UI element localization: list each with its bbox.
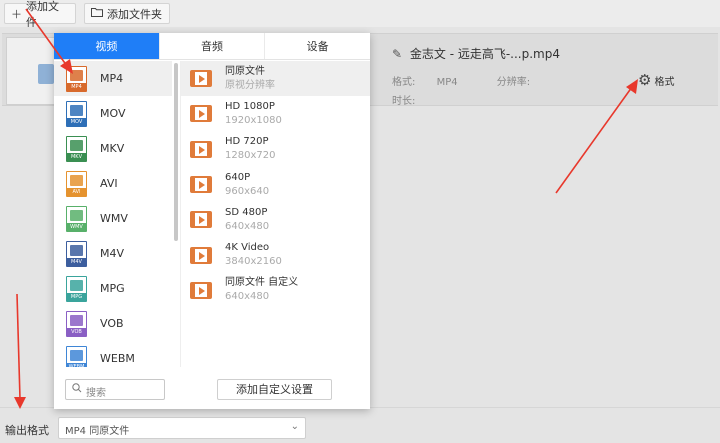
chevron-down-icon: ⌄ [290, 421, 299, 432]
format-item-mov[interactable]: MOV MOV [54, 96, 172, 131]
pencil-icon[interactable]: ✎ [392, 47, 402, 61]
format-item-label: MKV [100, 142, 125, 155]
format-list: MP4 MP4 MOV MOV MKV MKV AVI AVI WMV WMV M4V M4V MPG M… [54, 61, 172, 367]
preset-name: HD 1080P [225, 100, 275, 112]
preset-resolution: 原视分辨率 [225, 79, 275, 91]
resolution-meta: 分辨率: [496, 77, 531, 88]
format-item-mpg[interactable]: MPG MPG [54, 271, 172, 306]
bottom-bar: 输出格式 MP4 同原文件 ⌄ [0, 407, 720, 443]
file-title[interactable]: ✎ 金志文 - 远走高飞-...p.mp4 [392, 45, 560, 62]
tab-video[interactable]: 视频 [54, 33, 159, 59]
video-preset-icon [190, 140, 212, 158]
preset-item[interactable]: 同原文件 原视分辨率 [181, 61, 370, 97]
add-folder-button[interactable]: 添加文件夹 [84, 3, 170, 24]
preset-name: 640P [225, 171, 251, 183]
tab-audio[interactable]: 音频 [158, 33, 265, 59]
search-input[interactable]: 搜索 [65, 379, 165, 400]
mov-file-icon: MOV [66, 100, 87, 127]
preset-resolution: 1280x720 [225, 150, 276, 162]
format-item-mp4[interactable]: MP4 MP4 [54, 61, 172, 96]
mkv-file-icon: MKV [66, 135, 87, 162]
preset-resolution: 960x640 [225, 185, 270, 197]
format-button-label: 格式 [654, 76, 675, 88]
video-preset-icon [190, 105, 212, 123]
preset-name: 4K Video [225, 242, 270, 254]
gear-icon: ⚙ [638, 71, 652, 89]
wmv-file-icon: WMV [66, 205, 87, 232]
add-custom-settings-button[interactable]: 添加自定义设置 [217, 379, 332, 400]
preset-resolution: 3840x2160 [225, 256, 282, 268]
preset-name: 同原文件 自定义 [225, 277, 299, 289]
format-meta: 格式: MP4 [392, 77, 458, 88]
search-placeholder: 搜索 [86, 388, 106, 399]
scrollbar-thumb[interactable] [174, 63, 178, 241]
format-item-label: MOV [100, 107, 126, 120]
mp4-file-icon: MP4 [66, 65, 87, 92]
preset-list: 同原文件原视分辨率 HD 1080P 1920x1080 HD 720P 1280x72… [180, 61, 370, 367]
format-item-label: AVI [100, 177, 118, 190]
tab-device[interactable]: 设备 [264, 33, 370, 59]
preset-item[interactable]: HD 720P 1280x720 [181, 132, 370, 167]
output-format-value: MP4 同原文件 [65, 426, 130, 437]
output-format-select[interactable]: MP4 同原文件 ⌄ [58, 417, 306, 439]
video-file-icon [38, 64, 54, 84]
preset-item[interactable]: SD 480P 640x480 [181, 202, 370, 237]
format-item-webm[interactable]: WEBM WEBM [54, 341, 172, 367]
m4v-file-icon: M4V [66, 240, 87, 267]
plus-icon: ＋ [11, 7, 22, 21]
format-item-avi[interactable]: AVI AVI [54, 166, 172, 201]
format-item-label: M4V [100, 247, 125, 260]
format-item-label: MP4 [100, 72, 124, 85]
video-preset-icon [190, 211, 212, 229]
add-folder-label: 添加文件夹 [107, 7, 162, 21]
format-item-mkv[interactable]: MKV MKV [54, 131, 172, 166]
format-item-label: MPG [100, 282, 125, 295]
preset-name: SD 480P [225, 206, 268, 218]
vob-file-icon: VOB [66, 310, 87, 337]
top-toolbar: ＋ 添加文件 添加文件夹 [0, 0, 720, 29]
format-item-label: VOB [100, 317, 124, 330]
format-item-wmv[interactable]: WMV WMV [54, 201, 172, 236]
video-preset-icon [190, 281, 212, 299]
search-icon [72, 383, 82, 396]
preset-item[interactable]: 640P 960x640 [181, 167, 370, 202]
file-name: 金志文 - 远走高飞-...p.mp4 [409, 47, 560, 61]
preset-item[interactable]: HD 1080P 1920x1080 [181, 96, 370, 131]
format-settings-button[interactable]: ⚙ 格式 [638, 71, 674, 89]
video-preset-icon [190, 246, 212, 264]
video-preset-icon [190, 176, 212, 194]
preset-name: HD 720P [225, 136, 269, 148]
folder-icon [91, 7, 103, 20]
format-item-m4v[interactable]: M4V M4V [54, 236, 172, 271]
preset-resolution: 640x480 [225, 291, 270, 303]
preset-resolution: 1920x1080 [225, 114, 282, 126]
preset-item[interactable]: 4K Video 3840x2160 [181, 237, 370, 272]
format-item-label: WEBM [100, 352, 135, 365]
file-meta-row: 格式: MP4 分辨率: [392, 73, 548, 88]
format-popup: 视频 音频 设备 MP4 MP4 MOV MOV MKV MKV AVI AVI WMV WMV M… [54, 33, 370, 409]
output-format-label: 输出格式 [5, 424, 49, 437]
mpg-file-icon: MPG [66, 275, 87, 302]
avi-file-icon: AVI [66, 170, 87, 197]
preset-name: 同原文件 [225, 65, 265, 77]
video-preset-icon [190, 70, 212, 88]
duration-meta: 时长: [392, 96, 416, 107]
preset-item[interactable]: 同原文件 自定义 640x480 [181, 273, 370, 308]
preset-resolution: 640x480 [225, 220, 270, 232]
add-file-button[interactable]: ＋ 添加文件 [4, 0, 76, 29]
add-file-label: 添加文件 [26, 0, 59, 29]
webm-file-icon: WEBM [66, 345, 87, 367]
format-item-label: WMV [100, 212, 128, 225]
format-item-vob[interactable]: VOB VOB [54, 306, 172, 341]
format-tabs: 视频 音频 设备 [54, 33, 370, 60]
